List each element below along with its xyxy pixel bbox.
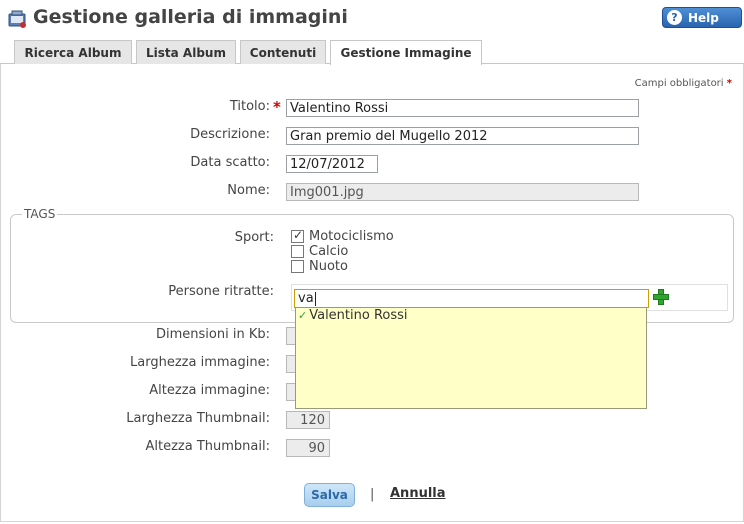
dimensioni-kb-label: Dimensioni in Kb:: [156, 327, 270, 342]
required-fields-note: Campi obbligatori *: [635, 78, 732, 89]
altezza-thumbnail-input: 90: [286, 439, 330, 457]
tab-gestione-immagine[interactable]: Gestione Immagine: [330, 40, 482, 65]
titolo-input[interactable]: Valentino Rossi: [286, 99, 639, 117]
question-icon: ?: [667, 10, 682, 25]
nome-label: Nome:: [227, 183, 270, 198]
suggestion-item[interactable]: ✓ Valentino Rossi: [298, 308, 408, 323]
gallery-app-icon: [8, 10, 26, 28]
cancel-link[interactable]: Annulla: [390, 486, 446, 501]
required-note-text: Campi obbligatori: [634, 78, 724, 89]
text-caret: [314, 291, 316, 306]
persone-input-text: va: [298, 291, 314, 306]
save-button[interactable]: Salva: [304, 483, 355, 507]
check-icon: ✓: [298, 309, 308, 322]
autocomplete-dropdown: ✓ Valentino Rossi: [295, 307, 647, 409]
larghezza-thumbnail-label: Larghezza Thumbnail:: [126, 411, 270, 426]
help-button[interactable]: ? Help: [662, 7, 742, 28]
page-header: Gestione galleria di immagini ? Help: [0, 0, 744, 38]
altezza-immagine-label: Altezza immagine:: [149, 383, 270, 398]
nuoto-checkbox[interactable]: [291, 260, 304, 273]
tab-ricerca-album[interactable]: Ricerca Album: [14, 40, 132, 64]
calcio-checkbox[interactable]: [291, 245, 304, 258]
nome-input: Img001.jpg: [286, 183, 639, 201]
sport-label: Sport:: [234, 230, 274, 245]
tags-legend: TAGS: [22, 207, 58, 221]
altezza-thumbnail-label: Altezza Thumbnail:: [145, 439, 271, 454]
calcio-label: Calcio: [309, 244, 349, 259]
required-star: *: [726, 78, 732, 89]
add-person-plus-icon[interactable]: [652, 288, 669, 305]
sport-option-motociclismo[interactable]: Motociclismo: [291, 228, 394, 244]
persone-label: Persone ritratte:: [168, 284, 274, 299]
descrizione-label: Descrizione:: [190, 127, 270, 142]
motociclismo-label: Motociclismo: [309, 229, 394, 244]
nuoto-label: Nuoto: [309, 259, 348, 274]
tab-bar: Ricerca Album Lista Album Contenuti Gest…: [0, 40, 744, 65]
titolo-label: Titolo:: [230, 99, 270, 114]
titolo-required-star: *: [273, 98, 281, 116]
suggestion-label: Valentino Rossi: [309, 308, 408, 323]
tab-lista-album[interactable]: Lista Album: [136, 40, 236, 64]
help-label: Help: [688, 10, 719, 25]
persone-autocomplete-input[interactable]: va: [294, 289, 649, 308]
data-scatto-input[interactable]: 12/07/2012: [286, 155, 378, 173]
descrizione-input[interactable]: Gran premio del Mugello 2012: [286, 127, 639, 145]
sport-option-nuoto[interactable]: Nuoto: [291, 259, 348, 274]
larghezza-thumbnail-input: 120: [286, 411, 330, 429]
motociclismo-checkbox[interactable]: [291, 228, 304, 243]
action-separator: |: [370, 487, 375, 502]
page-title: Gestione galleria di immagini: [33, 6, 348, 28]
larghezza-immagine-label: Larghezza immagine:: [130, 355, 270, 370]
sport-option-calcio[interactable]: Calcio: [291, 244, 348, 259]
titolo-label-text: Titolo:: [229, 99, 270, 114]
data-scatto-label: Data scatto:: [190, 155, 270, 170]
tab-contenuti[interactable]: Contenuti: [240, 40, 326, 64]
